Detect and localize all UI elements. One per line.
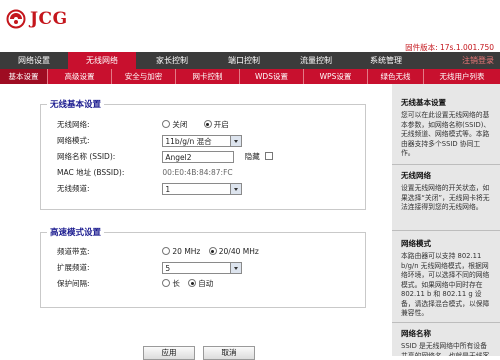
guard-auto-label: 自动 xyxy=(198,279,214,288)
bw-20-label: 20 MHz xyxy=(172,247,201,256)
mode-value: 11b/g/n 混合 xyxy=(165,137,212,146)
main-nav-system-management[interactable]: 系统管理 xyxy=(352,52,420,69)
wireless-on-radio[interactable] xyxy=(203,120,212,128)
logo: JCG xyxy=(6,8,68,30)
help-title: 无线网络 xyxy=(401,171,431,180)
help-text: SSID 是无线网络中所有设备共享的网络名，也就是无线客户端可以搜索到的无线网络 xyxy=(401,342,490,356)
help-section-ssid: 网络名称 SSID 是无线网络中所有设备共享的网络名，也就是无线客户端可以搜索到… xyxy=(401,328,493,356)
help-title: 无线基本设置 xyxy=(401,98,446,107)
chevron-down-icon xyxy=(230,184,242,194)
apply-button[interactable]: 应用 xyxy=(143,346,195,360)
tab-advanced-settings[interactable]: 高级设置 xyxy=(48,69,112,84)
tab-wps-settings[interactable]: WPS设置 xyxy=(304,69,368,84)
wireless-off-label: 关闭 xyxy=(172,120,188,129)
tab-nic-control[interactable]: 网卡控制 xyxy=(176,69,240,84)
cancel-button[interactable]: 取消 xyxy=(203,346,255,360)
bandwidth-label: 频道带宽: xyxy=(57,247,90,256)
chevron-down-icon xyxy=(230,136,242,146)
ext-channel-select[interactable]: 5 xyxy=(162,262,243,274)
sub-nav: 基本设置 高级设置 安全与加密 网卡控制 WDS设置 WPS设置 绿色无线 无线… xyxy=(0,69,500,84)
bw-2040-radio[interactable] xyxy=(208,247,217,255)
high-speed-legend: 高速模式设置 xyxy=(47,226,105,238)
help-text: 您可以在此设置无线网络的基本参数，如网络名称(SSID)、无线频道、网络模式等。… xyxy=(401,111,491,157)
help-section-wireless: 无线网络 设置无线网络的开关状态，如果选择“关闭”，无线网卡将无法连接得到您的无… xyxy=(401,170,493,213)
header: JCG 固件版本: 17s.1.001.750 xyxy=(0,0,500,52)
help-panel: 无线基本设置 您可以在此设置无线网络的基本参数，如网络名称(SSID)、无线频道… xyxy=(392,84,500,356)
ext-channel-row: 扩展频道: 5 xyxy=(57,261,243,275)
tab-wds-settings[interactable]: WDS设置 xyxy=(240,69,304,84)
basic-settings-panel: 无线基本设置 无线网络: 关闭 开启 网络模式: 11b/g/n 混合 网络名称… xyxy=(40,98,366,210)
channel-value: 1 xyxy=(165,185,171,194)
help-divider xyxy=(392,230,500,231)
ext-channel-label: 扩展频道: xyxy=(57,263,90,272)
mode-label: 网络模式: xyxy=(57,136,90,145)
help-title: 网络模式 xyxy=(401,239,431,248)
mac-label: MAC 地址 (BSSID): xyxy=(57,168,125,177)
hide-ssid-checkbox[interactable] xyxy=(265,152,274,160)
help-section-basic: 无线基本设置 您可以在此设置无线网络的基本参数，如网络名称(SSID)、无线频道… xyxy=(401,97,493,159)
help-divider xyxy=(392,164,500,165)
help-divider xyxy=(392,322,500,323)
wireless-on-label: 开启 xyxy=(213,120,229,129)
wireless-off-radio[interactable] xyxy=(162,120,171,128)
wireless-label: 无线网络: xyxy=(57,120,90,129)
main-nav-traffic-control[interactable]: 流量控制 xyxy=(280,52,352,69)
guard-auto-radio[interactable] xyxy=(188,279,197,287)
mac-row: MAC 地址 (BSSID): 00:E0:4B:84:87:FC xyxy=(57,166,233,180)
guard-interval-row: 保护间隔: 长 自动 xyxy=(57,277,227,291)
help-text: 设置无线网络的开关状态，如果选择“关闭”，无线网卡将无法连接得到您的无线网络。 xyxy=(401,184,490,211)
logout-link[interactable]: 注销登录 xyxy=(420,52,500,69)
guard-long-label: 长 xyxy=(172,279,180,288)
bandwidth-row: 频道带宽: 20 MHz 20/40 MHz xyxy=(57,245,273,259)
tab-security-encryption[interactable]: 安全与加密 xyxy=(112,69,176,84)
mac-value: 00:E0:4B:84:87:FC xyxy=(162,168,233,177)
ssid-input[interactable]: Angel2 xyxy=(162,151,235,163)
chevron-down-icon xyxy=(230,263,242,273)
tab-wireless-client-list[interactable]: 无线用户列表 xyxy=(424,69,500,84)
main-nav-port-control[interactable]: 端口控制 xyxy=(208,52,280,69)
mode-select[interactable]: 11b/g/n 混合 xyxy=(162,135,243,147)
basic-settings-legend: 无线基本设置 xyxy=(47,98,105,110)
logo-text: JCG xyxy=(30,9,68,29)
main-nav-parental-control[interactable]: 家长控制 xyxy=(136,52,208,69)
mode-row: 网络模式: 11b/g/n 混合 xyxy=(57,134,243,148)
channel-row: 无线频道: 1 xyxy=(57,182,243,196)
main-nav-wireless[interactable]: 无线网络 xyxy=(68,52,136,69)
help-title: 网络名称 xyxy=(401,329,431,338)
jcg-logo-icon xyxy=(6,9,26,29)
channel-select[interactable]: 1 xyxy=(162,183,243,195)
high-speed-panel: 高速模式设置 频道带宽: 20 MHz 20/40 MHz 扩展频道: 5 保护… xyxy=(40,226,366,308)
wireless-row: 无线网络: 关闭 开启 xyxy=(57,118,243,132)
tab-basic-settings[interactable]: 基本设置 xyxy=(0,69,48,84)
tab-green-wireless[interactable]: 绿色无线 xyxy=(368,69,424,84)
guard-long-radio[interactable] xyxy=(162,279,171,287)
ssid-row: 网络名称 (SSID): Angel2 隐藏 xyxy=(57,150,274,164)
main-nav: 网络设置 无线网络 家长控制 端口控制 流量控制 系统管理 注销登录 xyxy=(0,52,500,69)
ext-channel-value: 5 xyxy=(165,264,171,273)
help-section-mode: 网络模式 本路由器可以支持 802.11 b/g/n 无线网络模式，根据网络环境… xyxy=(401,238,493,319)
ssid-label: 网络名称 (SSID): xyxy=(57,152,116,161)
bw-20-radio[interactable] xyxy=(162,247,171,255)
help-text: 本路由器可以支持 802.11 b/g/n 无线网络模式，根据网络环境，可以选择… xyxy=(401,252,490,317)
bw-2040-label: 20/40 MHz xyxy=(218,247,259,256)
main-content: 无线基本设置 无线网络: 关闭 开启 网络模式: 11b/g/n 混合 网络名称… xyxy=(0,84,392,360)
guard-interval-label: 保护间隔: xyxy=(57,279,90,288)
hide-ssid-label: 隐藏 xyxy=(244,152,260,161)
channel-label: 无线频道: xyxy=(57,184,90,193)
main-nav-network-settings[interactable]: 网络设置 xyxy=(0,52,68,69)
